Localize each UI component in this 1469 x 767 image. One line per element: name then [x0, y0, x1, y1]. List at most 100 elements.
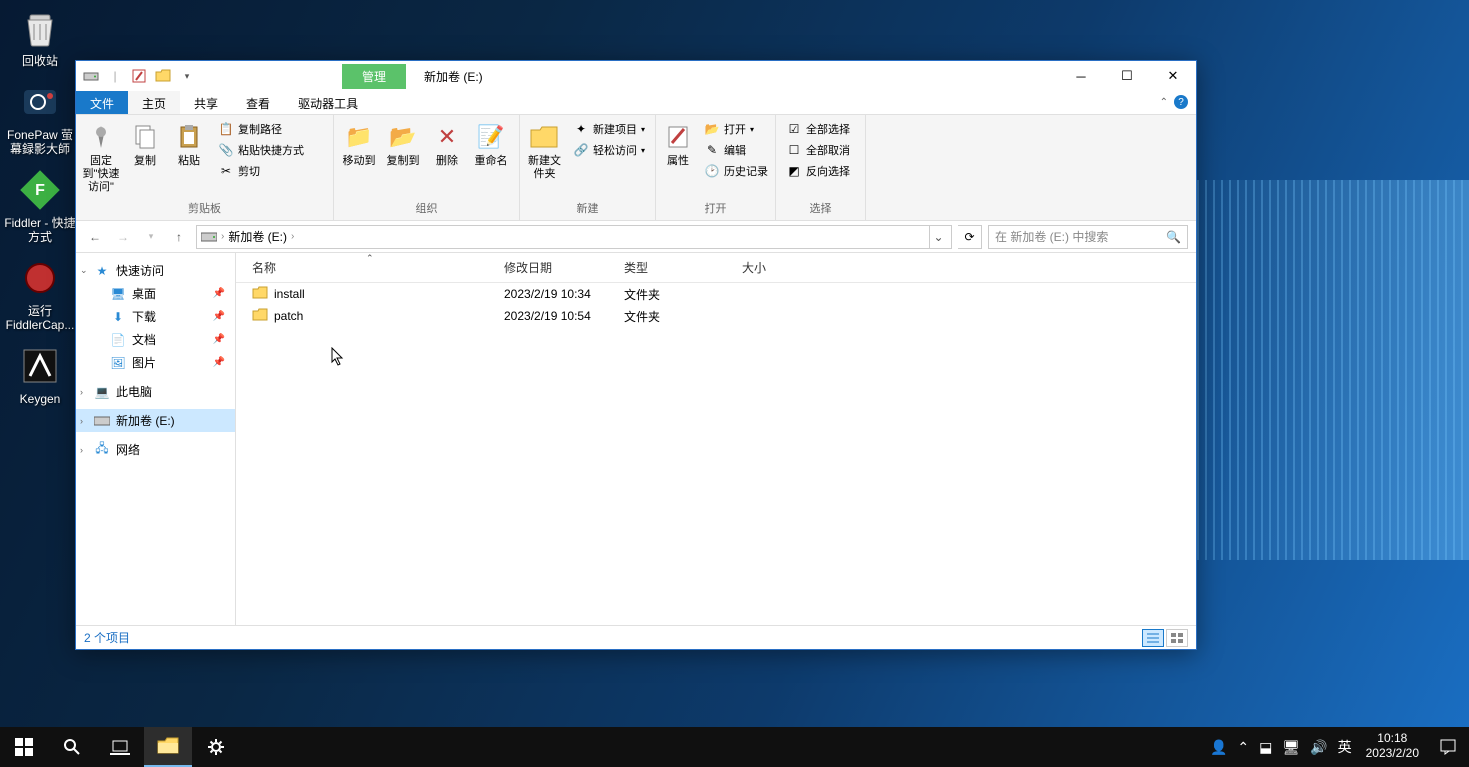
- taskbar-clock[interactable]: 10:18 2023/2/20: [1358, 727, 1427, 767]
- refresh-button[interactable]: ⟳: [958, 225, 982, 249]
- desktop-icon-label: Keygen: [4, 392, 76, 406]
- view-large-icons-button[interactable]: [1166, 629, 1188, 647]
- nav-this-pc[interactable]: ›💻此电脑: [76, 380, 235, 403]
- qat-newfolder-icon[interactable]: [154, 67, 172, 85]
- close-button[interactable]: ✕: [1150, 61, 1196, 91]
- newfolder-button[interactable]: 新建文件夹: [524, 117, 565, 185]
- qat-properties-icon[interactable]: [130, 67, 148, 85]
- tray-network-icon[interactable]: 🖥: [1282, 739, 1300, 756]
- tray-security-icon[interactable]: ⬓: [1259, 739, 1272, 756]
- paste-shortcut-button[interactable]: 📎粘贴快捷方式: [216, 140, 306, 160]
- view-details-button[interactable]: [1142, 629, 1164, 647]
- nav-documents[interactable]: 📄文档📌: [76, 328, 235, 351]
- column-header-date[interactable]: 修改日期: [496, 259, 616, 276]
- copyto-button[interactable]: 📂复制到: [382, 117, 424, 172]
- ribbon-collapse-icon[interactable]: ⌃: [1160, 97, 1168, 108]
- rename-button[interactable]: 📝重命名: [470, 117, 512, 172]
- column-headers: 名称 ⌃ 修改日期 类型 大小: [236, 253, 1196, 283]
- clock-time: 10:18: [1366, 731, 1419, 746]
- taskbar-settings[interactable]: [192, 727, 240, 767]
- search-input[interactable]: 在 新加卷 (E:) 中搜索 🔍: [988, 225, 1188, 249]
- maximize-button[interactable]: ☐: [1104, 61, 1150, 91]
- address-dropdown-button[interactable]: ⌄: [929, 226, 947, 248]
- selectnone-button[interactable]: ☐全部取消: [784, 140, 852, 160]
- star-icon: ★: [94, 263, 110, 279]
- edit-icon: ✎: [704, 142, 720, 158]
- breadcrumb-separator-icon[interactable]: ›: [291, 231, 294, 242]
- window-title: 新加卷 (E:): [424, 68, 483, 85]
- copy-button[interactable]: 复制: [124, 117, 166, 172]
- nav-drive-e[interactable]: ›新加卷 (E:): [76, 409, 235, 432]
- newitem-button[interactable]: ✦新建项目 ▾: [571, 119, 647, 139]
- paste-button[interactable]: 粘贴: [168, 117, 210, 172]
- start-button[interactable]: [0, 727, 48, 767]
- qat-customize-icon[interactable]: ▾: [178, 67, 196, 85]
- chevron-right-icon[interactable]: ›: [80, 387, 83, 397]
- search-button[interactable]: [48, 727, 96, 767]
- nav-desktop[interactable]: 🖥桌面📌: [76, 282, 235, 305]
- breadcrumb-separator-icon[interactable]: ›: [221, 231, 224, 242]
- history-button[interactable]: 🕑历史记录: [702, 161, 770, 181]
- address-bar[interactable]: › 新加卷 (E:) › ⌄: [196, 225, 952, 249]
- chevron-down-icon[interactable]: ⌄: [80, 265, 88, 276]
- help-icon[interactable]: ?: [1174, 95, 1188, 109]
- task-view-button[interactable]: [96, 727, 144, 767]
- desktop-icon-fiddlercap[interactable]: 运行FiddlerCap...: [4, 252, 76, 340]
- desktop-icon-recycle-bin[interactable]: 回收站: [4, 2, 76, 76]
- tab-file[interactable]: 文件: [76, 91, 128, 114]
- chevron-right-icon[interactable]: ›: [80, 445, 83, 455]
- pictures-icon: 🖼: [110, 355, 126, 371]
- titlebar[interactable]: | ▾ 管理 新加卷 (E:) ─ ☐ ✕: [76, 61, 1196, 91]
- easyaccess-button[interactable]: 🔗轻松访问 ▾: [571, 140, 647, 160]
- nav-up-button[interactable]: ↑: [168, 226, 190, 248]
- desktop-icon-fiddler[interactable]: F Fiddler - 快捷方式: [4, 164, 76, 252]
- moveto-button[interactable]: 📁移动到: [338, 117, 380, 172]
- pin-icon: [85, 121, 117, 153]
- nav-back-button[interactable]: ←: [84, 226, 106, 248]
- tray-volume-icon[interactable]: 🔊: [1310, 739, 1327, 756]
- cut-button[interactable]: ✂剪切: [216, 161, 306, 181]
- nav-downloads[interactable]: ⬇下载📌: [76, 305, 235, 328]
- delete-button[interactable]: ✕删除: [426, 117, 468, 172]
- file-date: 2023/2/19 10:54: [496, 309, 616, 323]
- open-icon: 📂: [704, 121, 720, 137]
- selectall-button[interactable]: ☑全部选择: [784, 119, 852, 139]
- copy-path-button[interactable]: 📋复制路径: [216, 119, 306, 139]
- action-center-button[interactable]: [1427, 727, 1469, 767]
- rename-icon: 📝: [475, 121, 507, 153]
- tab-view[interactable]: 查看: [232, 91, 284, 114]
- minimize-button[interactable]: ─: [1058, 61, 1104, 91]
- desktop-icon-fonepaw[interactable]: FonePaw 萤幕録影大師: [4, 76, 76, 164]
- invertselection-button[interactable]: ◩反向选择: [784, 161, 852, 181]
- history-icon: 🕑: [704, 163, 720, 179]
- nav-recent-button[interactable]: ▾: [140, 226, 162, 248]
- breadcrumb-location[interactable]: 新加卷 (E:): [228, 228, 287, 245]
- pin-to-quick-access-button[interactable]: 固定到"快速访问": [80, 117, 122, 198]
- nav-forward-button[interactable]: →: [112, 226, 134, 248]
- delete-icon: ✕: [431, 121, 463, 153]
- edit-button[interactable]: ✎编辑: [702, 140, 770, 160]
- desktop-icon-keygen[interactable]: Keygen: [4, 340, 76, 414]
- desktop-icon-label: FonePaw 萤幕録影大師: [4, 128, 76, 156]
- tray-people-icon[interactable]: 👤: [1210, 739, 1227, 756]
- invert-icon: ◩: [786, 163, 802, 179]
- column-header-size[interactable]: 大小: [734, 259, 804, 276]
- tab-drive-tools[interactable]: 驱动器工具: [284, 91, 372, 114]
- chevron-right-icon[interactable]: ›: [80, 416, 83, 426]
- nav-pictures[interactable]: 🖼图片📌: [76, 351, 235, 374]
- tray-ime-indicator[interactable]: 英: [1338, 737, 1352, 757]
- file-row[interactable]: install 2023/2/19 10:34 文件夹: [236, 283, 1196, 305]
- open-button[interactable]: 📂打开 ▾: [702, 119, 770, 139]
- column-header-type[interactable]: 类型: [616, 259, 734, 276]
- copy-icon: [129, 121, 161, 153]
- nav-network[interactable]: ›🖧网络: [76, 438, 235, 461]
- nav-quick-access[interactable]: ⌄★快速访问: [76, 259, 235, 282]
- file-row[interactable]: patch 2023/2/19 10:54 文件夹: [236, 305, 1196, 327]
- properties-button[interactable]: 属性: [660, 117, 696, 172]
- context-tab-manage[interactable]: 管理: [342, 64, 406, 89]
- tab-home[interactable]: 主页: [128, 91, 180, 114]
- tray-overflow-icon[interactable]: ⌃: [1237, 739, 1249, 756]
- taskbar-file-explorer[interactable]: [144, 727, 192, 767]
- desktop-icon: 🖥: [110, 286, 126, 302]
- tab-share[interactable]: 共享: [180, 91, 232, 114]
